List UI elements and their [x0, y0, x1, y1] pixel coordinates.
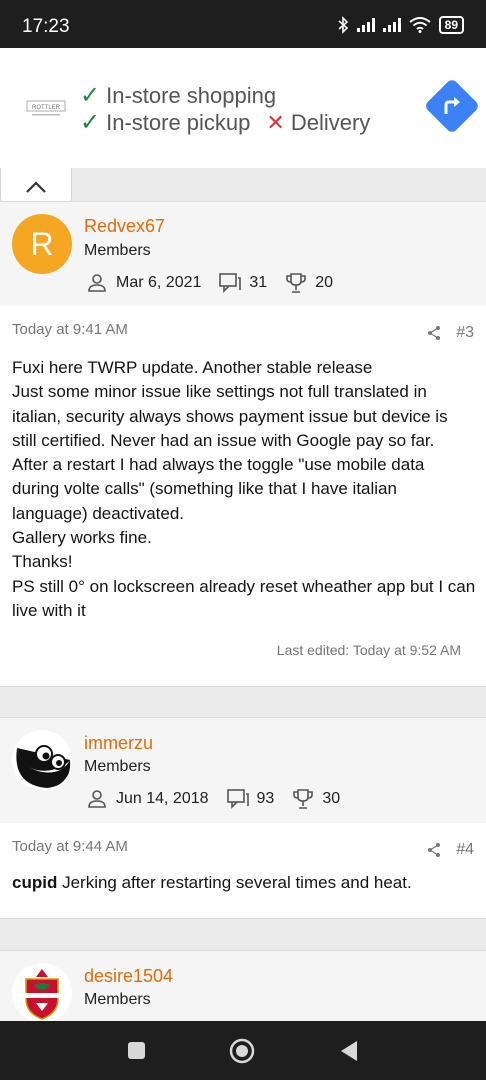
- messages-icon: [219, 273, 242, 293]
- username-link[interactable]: Redvex67: [84, 216, 165, 237]
- user-role: Members: [84, 242, 151, 259]
- message-count: 31: [249, 274, 268, 291]
- ad-feature-line-1: ✓ In-store shopping: [80, 82, 277, 109]
- username-link[interactable]: desire1504: [84, 966, 173, 987]
- username-link[interactable]: immerzu: [84, 733, 153, 754]
- share-icon[interactable]: [426, 325, 442, 341]
- back-button[interactable]: [339, 1040, 358, 1062]
- status-bar: 17:23 89: [0, 0, 486, 48]
- post-number[interactable]: #4: [456, 841, 474, 859]
- avatar[interactable]: [12, 963, 72, 1023]
- clock: 17:23: [22, 16, 70, 37]
- signal-icon-2: [382, 18, 401, 32]
- svg-text:ROTTLER: ROTTLER: [32, 105, 61, 111]
- cross-icon: ✕: [266, 109, 285, 135]
- directions-arrow-icon: [444, 97, 460, 114]
- ad-banner[interactable]: ROTTLER ✓ In-store shopping ✓ In-store p…: [0, 48, 486, 210]
- trophy-icon: [286, 273, 306, 293]
- user-role: Members: [84, 758, 151, 775]
- post-card: Today at 9:44 AM #4 cupid Jerking after …: [0, 823, 486, 919]
- reaction-score: 20: [315, 274, 333, 291]
- home-button[interactable]: [229, 1038, 255, 1064]
- reaction-score: 30: [322, 790, 341, 807]
- post-date[interactable]: Today at 9:44 AM: [12, 838, 128, 855]
- battery-indicator: 89: [438, 16, 464, 34]
- trophy-icon: [293, 789, 314, 809]
- user-role: Members: [84, 991, 151, 1008]
- post-number[interactable]: #3: [456, 324, 474, 342]
- post-content: Fuxi here TWRP update. Another stable re…: [12, 358, 476, 620]
- messages-icon: [226, 789, 249, 809]
- bluetooth-icon: [338, 16, 348, 34]
- share-icon[interactable]: [426, 842, 442, 858]
- post-meta: #3: [426, 324, 474, 342]
- avatar[interactable]: R: [12, 214, 72, 274]
- post-author-bar: immerzu Members Jun 14, 2018 93 30: [0, 717, 486, 824]
- post-content: cupid Jerking after restarting several t…: [12, 873, 412, 892]
- joined-date: Mar 6, 2021: [116, 274, 202, 291]
- user-stats: Mar 6, 2021 31 20: [86, 272, 333, 294]
- recent-apps-button[interactable]: [127, 1041, 146, 1060]
- wifi-icon: [409, 17, 431, 33]
- joined-date: Jun 14, 2018: [116, 790, 209, 807]
- collapse-ad-button[interactable]: [0, 168, 72, 205]
- chevron-up-icon: [26, 181, 46, 193]
- user-stats: Jun 14, 2018 93 30: [86, 788, 340, 810]
- brand-logo: ROTTLER: [26, 100, 66, 116]
- post-author-bar: desire1504 Members: [0, 950, 486, 1031]
- signal-icon: [356, 18, 375, 32]
- ad-feature-line-2: ✓ In-store pickup ✕ Delivery: [80, 109, 371, 136]
- avatar[interactable]: [12, 730, 72, 790]
- post-author-bar: R Redvex67 Members Mar 6, 2021 31 20: [0, 201, 486, 307]
- check-icon: ✓: [80, 82, 101, 109]
- system-nav-bar: [0, 1021, 486, 1080]
- post-meta: #4: [426, 841, 474, 859]
- user-icon: [88, 790, 106, 808]
- post-card: Today at 9:41 AM #3 Fuxi here TWRP updat…: [0, 306, 486, 687]
- last-edited: Last edited: Today at 9:52 AM: [276, 642, 461, 658]
- post-date[interactable]: Today at 9:41 AM: [12, 321, 128, 338]
- message-count: 93: [256, 790, 275, 807]
- user-mention[interactable]: cupid: [12, 873, 57, 892]
- check-icon: ✓: [80, 109, 101, 136]
- user-icon: [88, 274, 106, 292]
